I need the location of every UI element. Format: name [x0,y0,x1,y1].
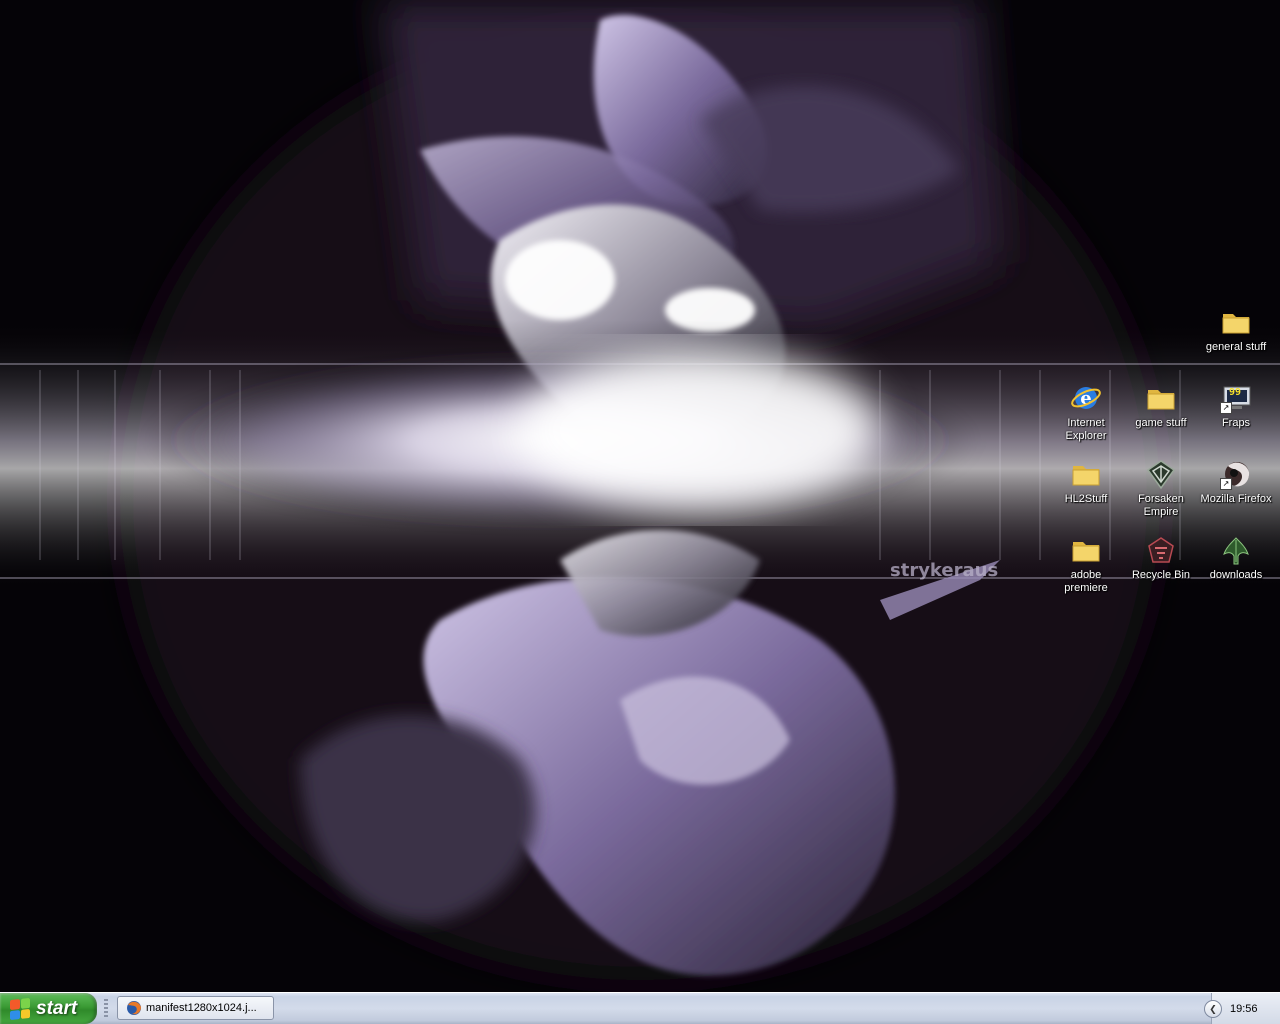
taskbar: start manifest1280x1024.j... ❮ 19:56 [0,992,1280,1024]
desktop-icon-label: downloads [1209,569,1263,581]
taskbar-grip[interactable] [104,999,108,1019]
desktop-icon-label: Forsaken Empire [1138,493,1184,518]
desktop-icon-label: game stuff [1135,417,1187,429]
shortcut-arrow-icon: ↗ [1220,402,1232,414]
desktop-icon-adobe-premiere[interactable]: adobe premiere [1048,534,1124,595]
taskbar-button-label: manifest1280x1024.j... [146,1002,257,1014]
desktop-icon-label: Internet Explorer [1065,417,1107,442]
desktop-icon-label: adobe premiere [1064,569,1108,594]
downloads-icon [1220,534,1252,566]
folder-icon [1070,458,1102,490]
desktop-icon-mozilla-firefox[interactable]: ↗ Mozilla Firefox [1198,458,1274,506]
wallpaper-signature: strykeraus [890,560,998,581]
system-tray: ❮ 19:56 [1204,993,1280,1024]
desktop-icon-game-stuff[interactable]: game stuff [1123,382,1199,430]
folder-icon [1145,382,1177,414]
desktop-icon-downloads[interactable]: downloads [1198,534,1274,582]
desktop-icon-forsaken-empire[interactable]: Forsaken Empire [1123,458,1199,519]
folder-icon [1220,306,1252,338]
firefox-icon [126,1000,142,1016]
start-button-label: start [36,997,78,1019]
desktop-icon-recycle-bin[interactable]: Recycle Bin [1123,534,1199,582]
desktop-icon-label: HL2Stuff [1064,493,1108,505]
show-hidden-icons-chevron-icon[interactable]: ❮ [1204,999,1222,1018]
desktop-icon-label: Mozilla Firefox [1200,493,1272,505]
folder-icon [1070,534,1102,566]
internet-explorer-icon: e [1070,382,1102,414]
desktop-icon-label: general stuff [1205,341,1267,353]
firefox-icon: ↗ [1220,458,1252,490]
desktop-icon-label: Fraps [1221,417,1251,429]
desktop-icon-label: Recycle Bin [1131,569,1191,581]
recycle-bin-icon [1145,534,1177,566]
start-button[interactable]: start [0,993,97,1024]
windows-logo-icon [10,997,30,1020]
forsaken-empire-icon [1145,458,1177,490]
desktop-icon-fraps[interactable]: 99 ↗ Fraps [1198,382,1274,430]
desktop-icon-internet-explorer[interactable]: e Internet Explorer [1048,382,1124,443]
fraps-icon: 99 ↗ [1220,382,1252,414]
taskbar-button-manifest-image[interactable]: manifest1280x1024.j... [117,996,274,1020]
desktop-icon-general-stuff[interactable]: general stuff [1198,306,1274,354]
desktop-icon-hl2stuff[interactable]: HL2Stuff [1048,458,1124,506]
fraps-badge: 99 [1229,387,1241,398]
clock[interactable]: 19:56 [1230,1003,1258,1015]
shortcut-arrow-icon: ↗ [1220,478,1232,490]
